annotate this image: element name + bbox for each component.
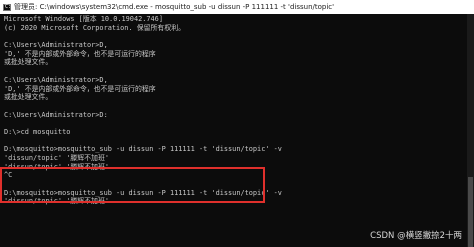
cmd-window: C:\ 管理员: C:\windows\system32\cmd.exe - m…: [0, 0, 474, 247]
console-line: Microsoft Windows [版本 10.0.19042.746]: [4, 15, 163, 23]
scrollbar-thumb[interactable]: [468, 177, 473, 247]
console-line: 或批处理文件。: [4, 93, 53, 102]
cmd-icon-text: C:\: [5, 3, 15, 10]
watermark: CSDN @横竖撇捺2十两: [370, 231, 462, 241]
window-title: 管理员: C:\windows\system32\cmd.exe - mosqu…: [14, 3, 335, 11]
console-line: D:\>cd mosquitto: [4, 127, 71, 136]
console-line: 'dissun/topic' '滕辉不加班': [4, 154, 109, 162]
cmd-icon: C:\: [3, 3, 15, 11]
console-line: 'D,' 不是内部或外部命令，也不是可运行的程序: [4, 49, 156, 58]
console-line: C:\Users\Administrator>D,: [4, 75, 108, 84]
console-line: C:\Users\Administrator>D:: [4, 110, 108, 119]
vertical-scrollbar[interactable]: [467, 14, 474, 247]
console-line: 'D,' 不是内部或外部命令，也不是可运行的程序: [4, 84, 156, 93]
console-line: C:\Users\Administrator>D,: [4, 41, 108, 50]
title-bar[interactable]: C:\ 管理员: C:\windows\system32\cmd.exe - m…: [0, 0, 474, 14]
highlight-box: [0, 167, 265, 203]
console-line: D:\mosquitto>mosquitto_sub -u dissun -P …: [4, 145, 282, 154]
console-line: 或批处理文件。: [4, 58, 53, 67]
console-output[interactable]: Microsoft Windows [版本 10.0.19042.746] (c)…: [4, 15, 464, 245]
console-line: (c) 2020 Microsoft Corporation. 保留所有权利。: [4, 23, 185, 32]
